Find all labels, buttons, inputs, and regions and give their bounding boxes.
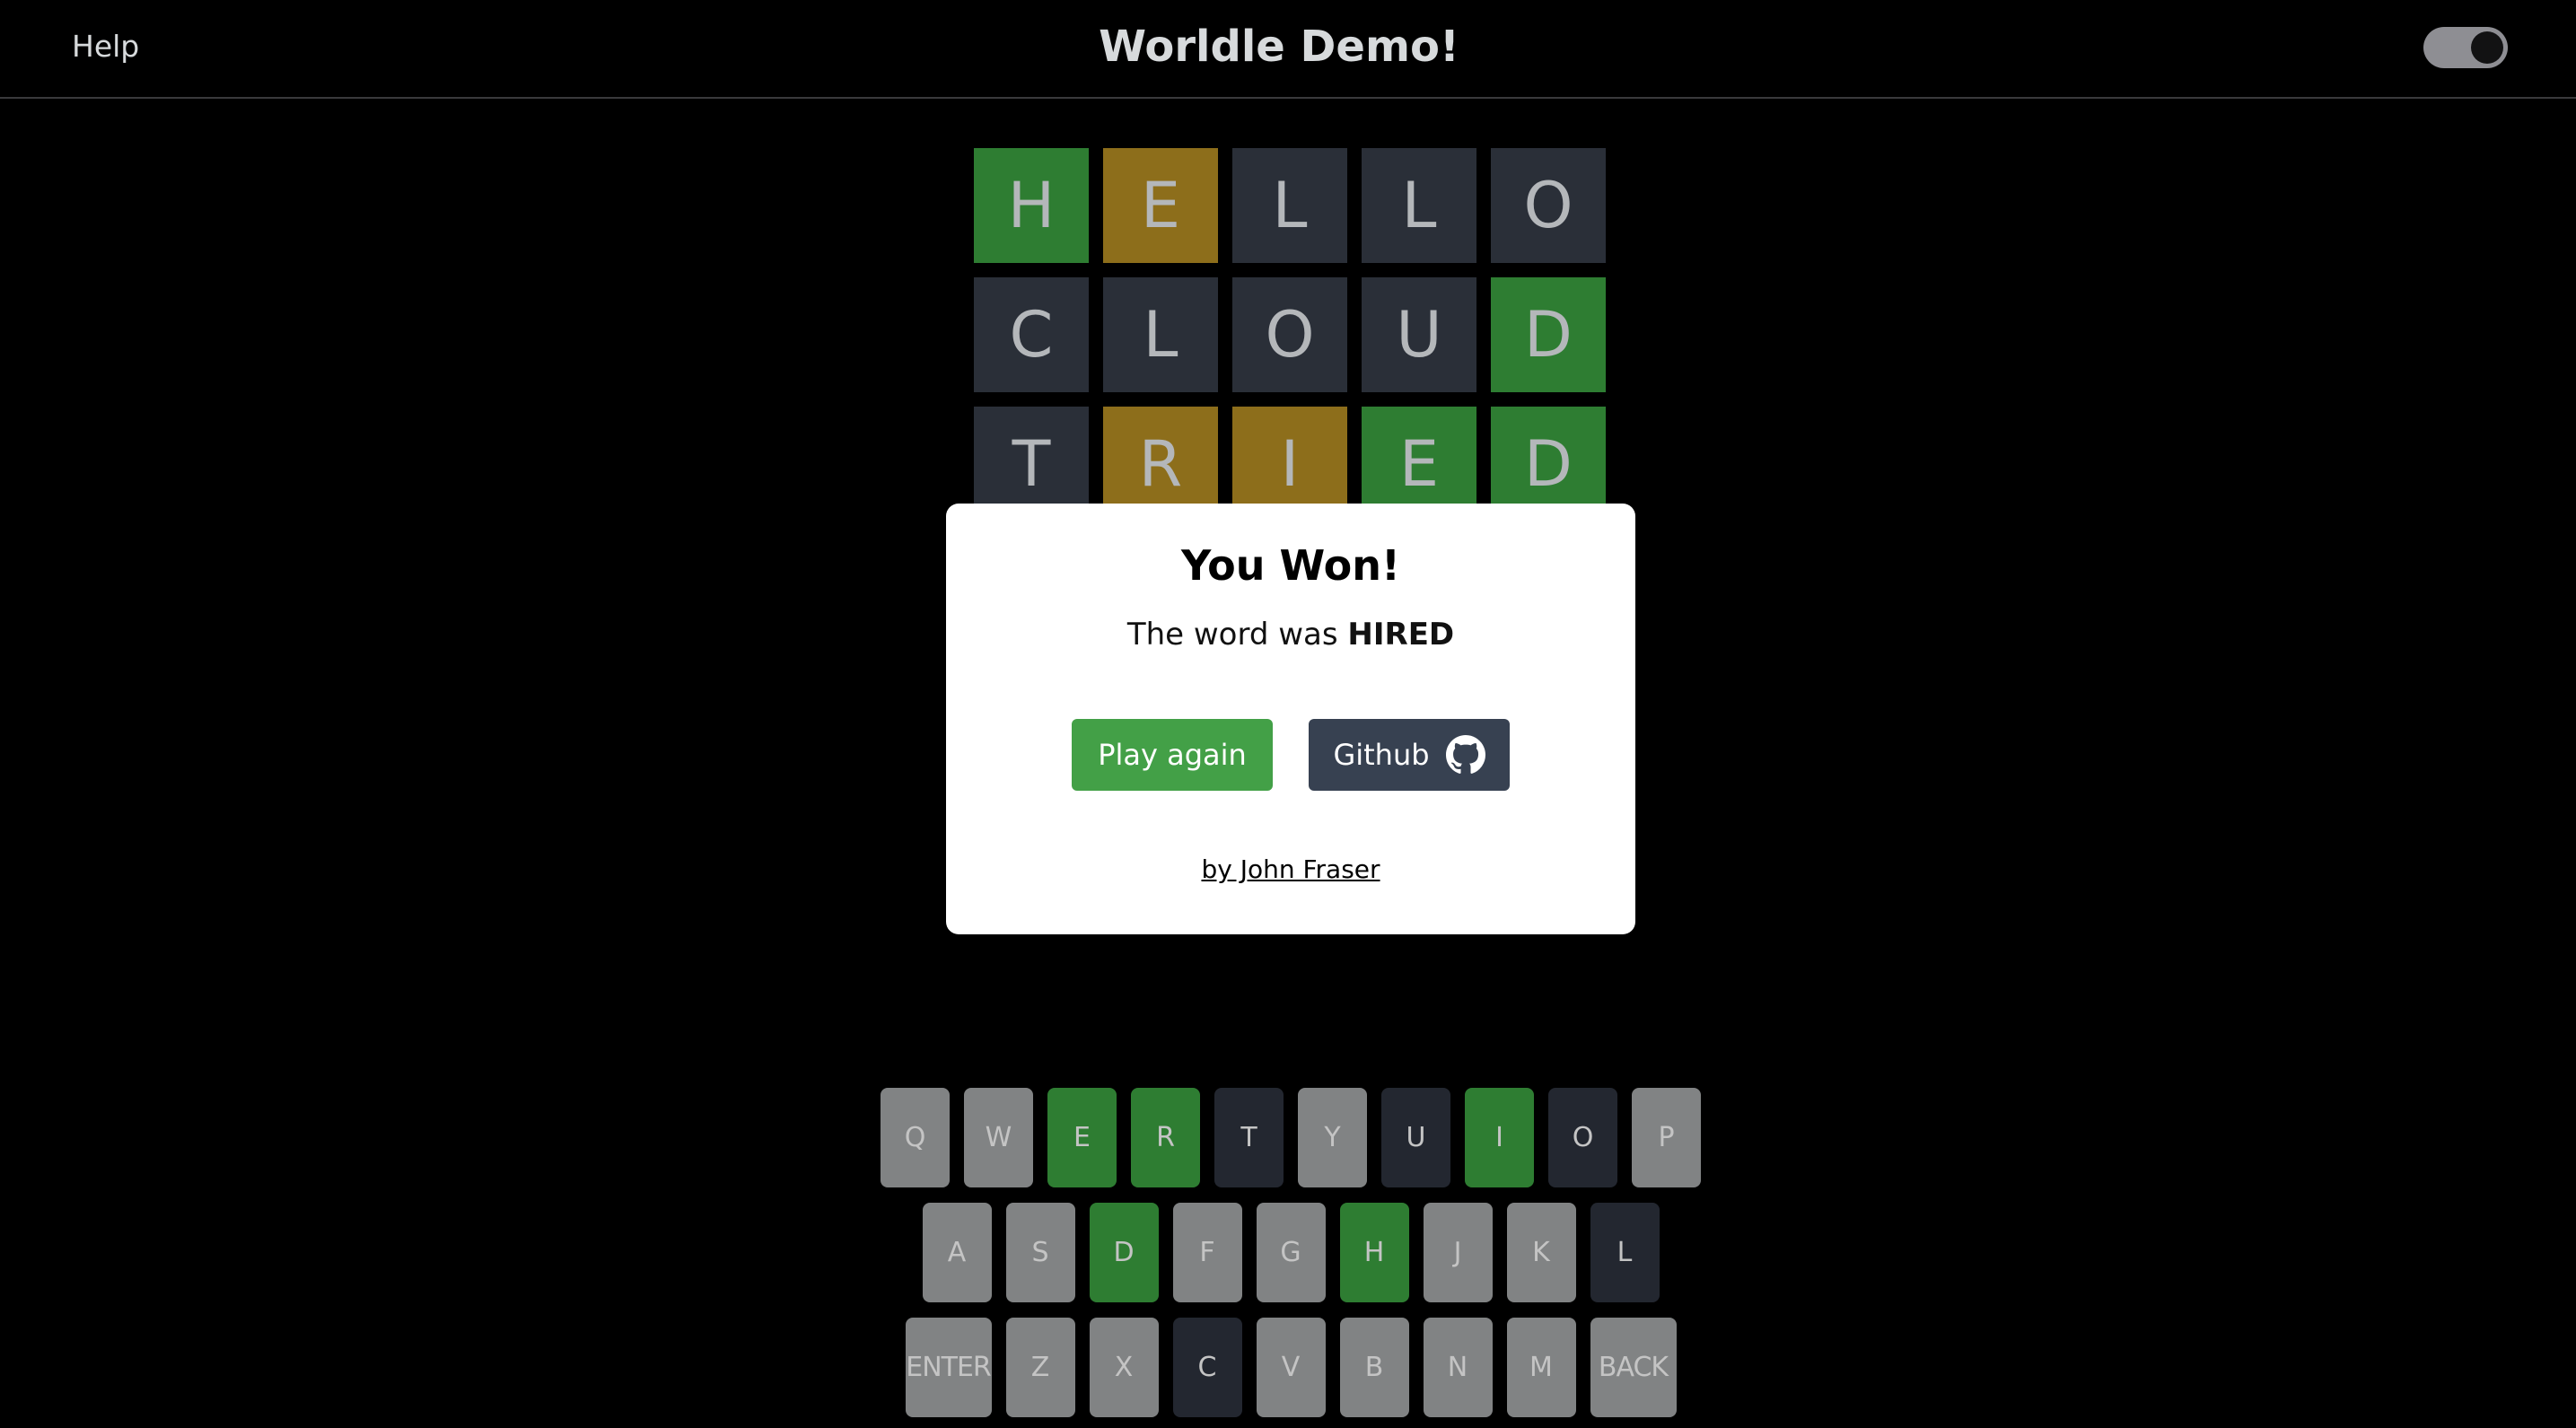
board-tile: L (1232, 148, 1347, 263)
app-title: Worldle Demo! (1099, 22, 1459, 72)
key-g[interactable]: G (1256, 1203, 1326, 1302)
board-tile: C (974, 277, 1089, 392)
key-a[interactable]: A (922, 1203, 992, 1302)
key-t[interactable]: T (1214, 1088, 1284, 1187)
key-j[interactable]: J (1423, 1203, 1493, 1302)
board-tile: L (1362, 148, 1476, 263)
key-m[interactable]: M (1506, 1318, 1576, 1417)
modal-title: You Won! (1181, 541, 1400, 590)
key-l[interactable]: L (1590, 1203, 1660, 1302)
message-prefix: The word was (1126, 617, 1348, 653)
key-u[interactable]: U (1381, 1088, 1450, 1187)
key-f[interactable]: F (1172, 1203, 1242, 1302)
board-tile: O (1232, 277, 1347, 392)
solution-word: HIRED (1347, 617, 1455, 653)
app-root: Help Worldle Demo! H E L L O C L O U D T… (0, 0, 2576, 1428)
board-tile: H (974, 148, 1089, 263)
board-tile: L (1103, 277, 1218, 392)
github-label: Github (1333, 738, 1430, 772)
key-p[interactable]: P (1632, 1088, 1701, 1187)
key-z[interactable]: Z (1005, 1318, 1075, 1417)
keyboard-row: A S D F G H J K L (881, 1203, 1701, 1302)
key-w[interactable]: W (964, 1088, 1033, 1187)
board-row: H E L L O (974, 148, 1608, 263)
key-q[interactable]: Q (881, 1088, 950, 1187)
key-c[interactable]: C (1172, 1318, 1242, 1417)
play-again-button[interactable]: Play again (1072, 719, 1273, 791)
keyboard-row: ENTER Z X C V B N M BACK (881, 1318, 1701, 1417)
key-y[interactable]: Y (1298, 1088, 1367, 1187)
modal-message: The word was HIRED (946, 615, 1635, 654)
play-again-label: Play again (1098, 738, 1247, 772)
key-h[interactable]: H (1339, 1203, 1409, 1302)
github-button[interactable]: Github (1309, 719, 1510, 791)
on-screen-keyboard: Q W E R T Y U I O P A S D F G H J K L EN… (881, 1088, 1701, 1428)
key-x[interactable]: X (1089, 1318, 1159, 1417)
key-b[interactable]: B (1339, 1318, 1409, 1417)
key-v[interactable]: V (1256, 1318, 1326, 1417)
dark-mode-toggle[interactable] (2423, 27, 2508, 68)
game-board: H E L L O C L O U D T R I E D (974, 148, 1608, 536)
key-e[interactable]: E (1047, 1088, 1117, 1187)
keyboard-row: Q W E R T Y U I O P (881, 1088, 1701, 1187)
key-n[interactable]: N (1423, 1318, 1493, 1417)
key-d[interactable]: D (1089, 1203, 1159, 1302)
toggle-knob (2471, 31, 2503, 64)
key-k[interactable]: K (1506, 1203, 1576, 1302)
key-backspace[interactable]: BACK (1590, 1318, 1677, 1417)
key-i[interactable]: I (1465, 1088, 1534, 1187)
win-modal: You Won! The word was HIRED Play again G… (946, 504, 1635, 934)
board-tile: U (1362, 277, 1476, 392)
github-icon (1445, 735, 1485, 774)
key-r[interactable]: R (1131, 1088, 1200, 1187)
key-s[interactable]: S (1005, 1203, 1075, 1302)
key-o[interactable]: O (1548, 1088, 1617, 1187)
header-bar: Help Worldle Demo! (0, 0, 2576, 99)
board-tile: E (1103, 148, 1218, 263)
key-enter[interactable]: ENTER (905, 1318, 992, 1417)
board-tile: D (1491, 277, 1606, 392)
board-tile: O (1491, 148, 1606, 263)
board-row: C L O U D (974, 277, 1608, 392)
author-link[interactable]: by John Fraser (946, 854, 1635, 886)
